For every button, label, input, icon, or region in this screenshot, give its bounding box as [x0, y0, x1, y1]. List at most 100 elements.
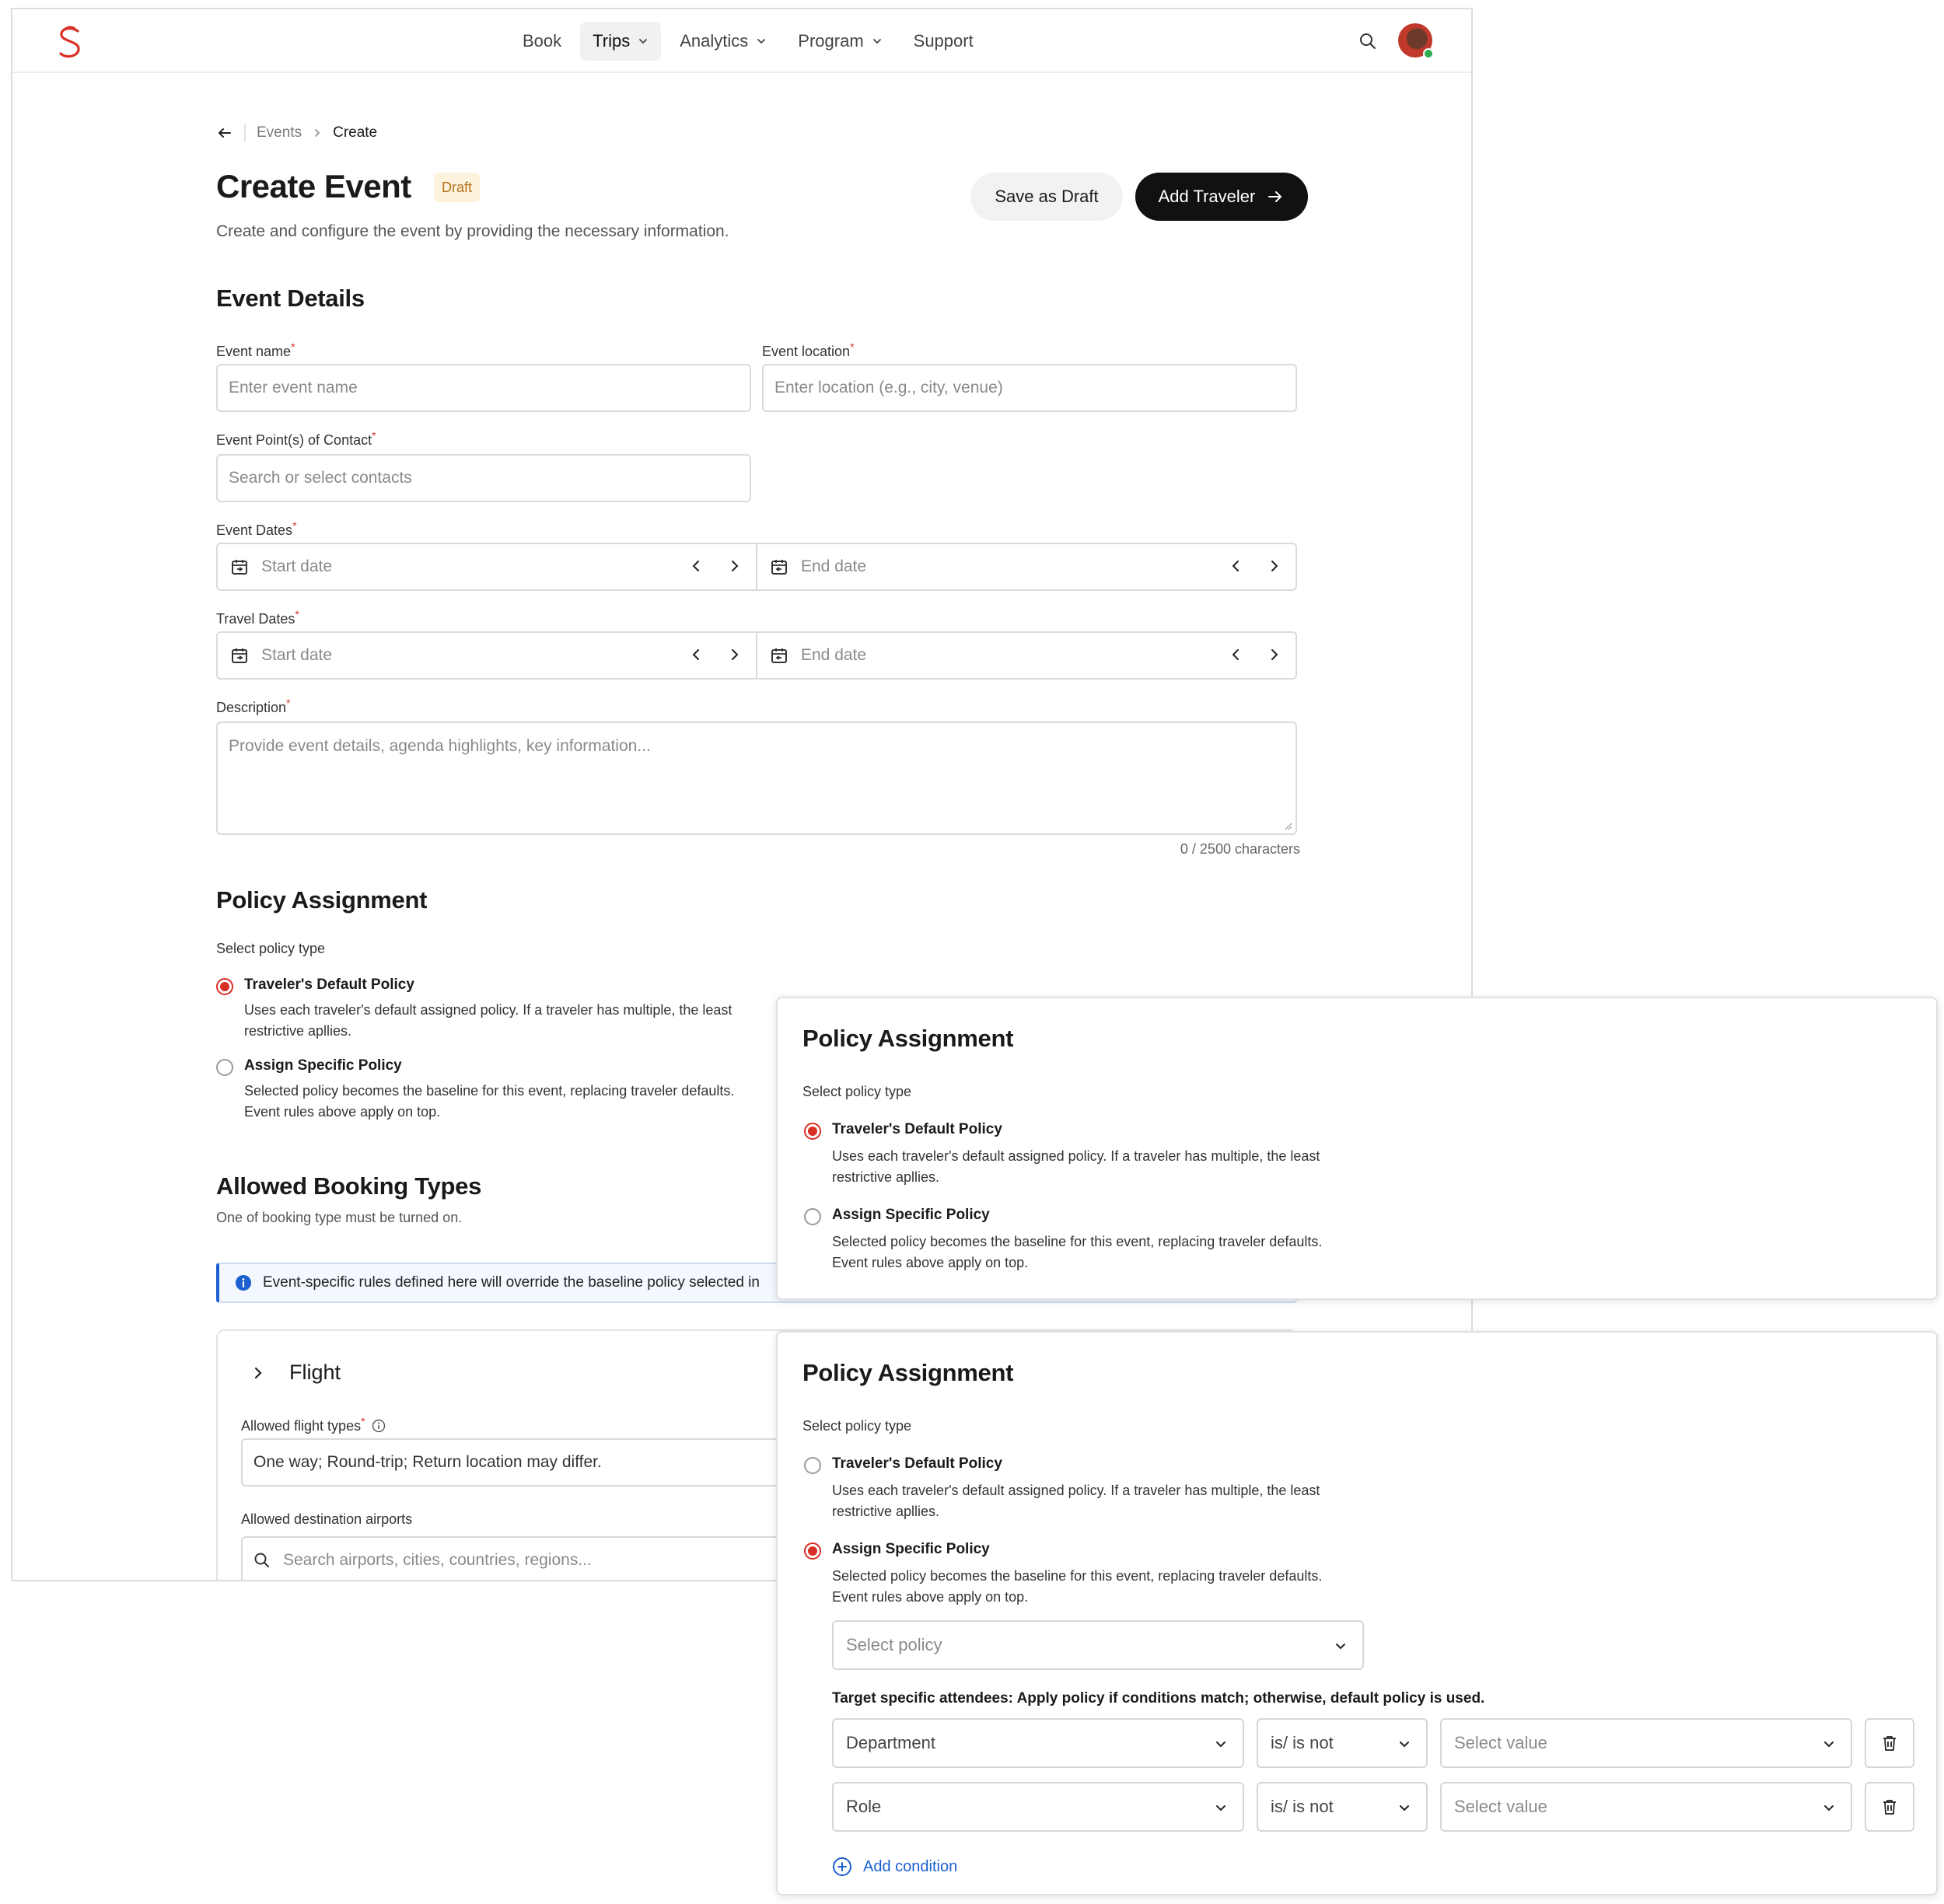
chevron-left-icon[interactable]: [689, 647, 705, 662]
event-location-label: Event location*: [762, 341, 855, 360]
radio-default-policy[interactable]: [804, 1457, 821, 1474]
radio-default-policy[interactable]: [804, 1123, 821, 1140]
travel-end-date-field[interactable]: End date: [756, 633, 1295, 678]
trash-icon: [1883, 1800, 1896, 1815]
chevron-right-icon[interactable]: [726, 647, 742, 662]
default-policy-title: Traveler's Default Policy: [244, 976, 414, 993]
condition-value-select[interactable]: Select value: [1440, 1718, 1852, 1768]
specific-policy-description: Selected policy becomes the baseline for…: [244, 1083, 735, 1120]
chevron-left-icon[interactable]: [1229, 647, 1244, 662]
online-status-dot: [1423, 48, 1434, 59]
nav-item-analytics[interactable]: Analytics: [667, 22, 779, 61]
condition-operator-select[interactable]: is/ is not: [1257, 1782, 1428, 1832]
nav-item-program[interactable]: Program: [785, 22, 894, 61]
calendar-icon: [232, 560, 247, 575]
chevron-down-icon: [1216, 1805, 1225, 1811]
chevron-down-icon: [1824, 1742, 1834, 1748]
flight-title: Flight: [289, 1361, 341, 1384]
resize-handle-icon[interactable]: [1283, 821, 1292, 830]
arrow-right-icon: [1268, 191, 1282, 202]
delete-condition-button[interactable]: [1865, 1718, 1914, 1768]
booking-types-title: Allowed Booking Types: [216, 1172, 482, 1200]
nav-item-support[interactable]: Support: [901, 22, 986, 61]
condition-field-value: Department: [846, 1733, 935, 1752]
chevron-down-icon: [872, 39, 881, 44]
chevron-right-icon[interactable]: [1266, 558, 1281, 574]
specific-policy-description: Selected policy becomes the baseline for…: [832, 1234, 1323, 1270]
chevron-left-icon[interactable]: [1229, 558, 1244, 574]
info-outline-icon[interactable]: [372, 1419, 386, 1433]
add-condition-button[interactable]: Add condition: [832, 1857, 957, 1877]
required-marker: *: [291, 341, 295, 353]
chevron-down-icon: [757, 39, 766, 44]
radio-specific-policy[interactable]: [804, 1208, 821, 1225]
travel-date-range: Start date End date: [216, 631, 1297, 680]
travel-start-date-field[interactable]: Start date: [218, 633, 756, 678]
add-traveler-button[interactable]: Add Traveler: [1135, 173, 1308, 221]
policy-panel-specific-state: Policy Assignment Select policy type Tra…: [776, 1331, 1938, 1895]
chevron-right-icon[interactable]: [1266, 647, 1281, 662]
add-traveler-label: Add Traveler: [1158, 187, 1256, 206]
required-marker: *: [286, 697, 291, 709]
nav-item-label: Trips: [593, 31, 631, 51]
event-location-input[interactable]: Enter location (e.g., city, venue): [762, 364, 1297, 412]
radio-specific-policy[interactable]: [804, 1542, 821, 1560]
travel-dates-label-text: Travel Dates: [216, 611, 295, 627]
flight-types-label-text: Allowed flight types: [241, 1418, 362, 1434]
calendar-icon: [771, 560, 787, 575]
condition-field-select[interactable]: Department: [832, 1718, 1244, 1768]
calendar-icon: [771, 648, 787, 663]
description-label: Description*: [216, 697, 291, 716]
select-policy-type-label: Select policy type: [216, 941, 326, 956]
nav-item-book[interactable]: Book: [510, 22, 574, 61]
breadcrumb-events[interactable]: Events: [257, 124, 302, 141]
condition-field-select[interactable]: Role: [832, 1782, 1244, 1832]
description-textarea[interactable]: Provide event details, agenda highlights…: [216, 721, 1297, 835]
specific-policy-title: Assign Specific Policy: [832, 1207, 990, 1223]
description-placeholder: Provide event details, agenda highlights…: [229, 737, 651, 755]
nav-item-trips[interactable]: Trips: [580, 22, 662, 61]
save-as-draft-button[interactable]: Save as Draft: [970, 173, 1123, 221]
nav-links: Book Trips Analytics Program Support: [510, 22, 986, 61]
chevron-right-icon[interactable]: [250, 1365, 266, 1381]
event-start-date-field[interactable]: Start date: [218, 544, 756, 589]
travel-dates-label: Travel Dates*: [216, 608, 299, 627]
breadcrumb-current: Create: [333, 124, 378, 141]
delete-condition-button[interactable]: [1865, 1782, 1914, 1832]
contact-search-input[interactable]: Search or select contacts: [216, 454, 751, 502]
radio-default-policy[interactable]: [216, 978, 233, 995]
travel-start-date-placeholder: Start date: [261, 646, 333, 664]
default-policy-description: Uses each traveler's default assigned po…: [244, 1002, 732, 1039]
s-logo-icon[interactable]: [54, 25, 86, 61]
search-icon: [254, 1553, 269, 1567]
condition-operator-value: is/ is not: [1271, 1733, 1334, 1752]
chevron-right-icon[interactable]: [726, 558, 742, 574]
event-name-input[interactable]: Enter event name: [216, 364, 751, 412]
chevron-right-icon: [315, 129, 320, 137]
default-policy-description: Uses each traveler's default assigned po…: [832, 1148, 1320, 1185]
condition-value-placeholder: Select value: [1454, 1797, 1547, 1816]
condition-operator-value: is/ is not: [1271, 1797, 1334, 1816]
contact-label-text: Event Point(s) of Contact: [216, 432, 372, 448]
radio-specific-policy[interactable]: [216, 1059, 233, 1076]
event-location-label-text: Event location: [762, 344, 851, 359]
chevron-down-icon: [639, 39, 648, 44]
chevron-left-icon[interactable]: [689, 558, 705, 574]
search-icon[interactable]: [1358, 31, 1378, 51]
calendar-icon: [232, 648, 247, 663]
select-policy-dropdown[interactable]: Select policy: [832, 1620, 1364, 1670]
event-dates-label-text: Event Dates: [216, 522, 293, 538]
event-details-title: Event Details: [216, 285, 365, 312]
condition-value-select[interactable]: Select value: [1440, 1782, 1852, 1832]
required-marker: *: [361, 1415, 365, 1427]
save-as-draft-label: Save as Draft: [995, 187, 1099, 206]
page-subtitle: Create and configure the event by provid…: [216, 222, 729, 240]
required-marker: *: [850, 341, 855, 353]
required-marker: *: [295, 608, 299, 620]
add-condition-label: Add condition: [863, 1857, 958, 1875]
event-end-date-field[interactable]: End date: [756, 544, 1295, 589]
specific-policy-description: Selected policy becomes the baseline for…: [832, 1568, 1323, 1605]
back-arrow-icon[interactable]: [216, 124, 233, 141]
condition-operator-select[interactable]: is/ is not: [1257, 1718, 1428, 1768]
required-marker: *: [372, 429, 376, 442]
